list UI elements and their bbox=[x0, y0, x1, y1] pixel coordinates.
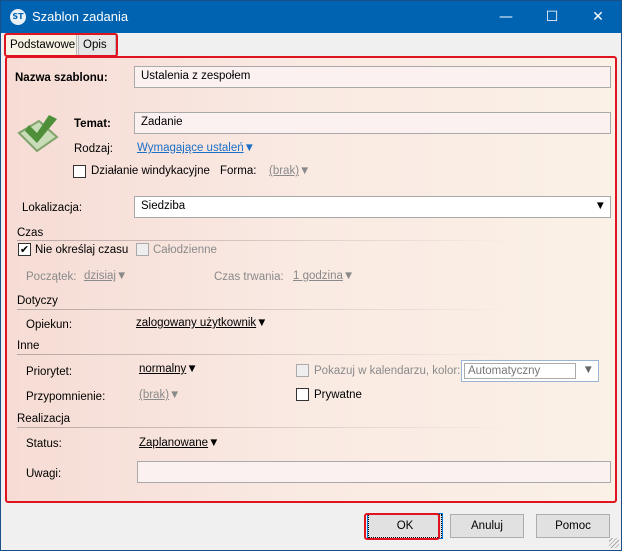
kolor-value: Automatyczny bbox=[464, 363, 576, 379]
priorytet-label: Priorytet: bbox=[26, 366, 73, 378]
realizacja-header: Realizacja bbox=[17, 413, 71, 425]
poczatek-dropdown[interactable]: dzisiaj▼ bbox=[84, 270, 127, 282]
lokalizacja-label: Lokalizacja: bbox=[22, 202, 83, 214]
windykacyjne-checkbox[interactable] bbox=[73, 165, 86, 178]
forma-value: (brak) bbox=[269, 165, 300, 177]
uwagi-input[interactable] bbox=[137, 461, 611, 483]
nie-okreslaj-checkbox[interactable]: ✔ bbox=[18, 243, 31, 256]
tabs-highlight bbox=[4, 33, 118, 57]
app-logo-icon: ST bbox=[10, 9, 26, 25]
nazwa-input[interactable]: Ustalenia z zespołem bbox=[134, 66, 611, 88]
prywatne-label: Prywatne bbox=[314, 389, 362, 401]
task-check-icon bbox=[17, 115, 59, 153]
prywatne-checkbox[interactable] bbox=[296, 388, 309, 401]
rodzaj-label: Rodzaj: bbox=[74, 143, 113, 155]
przypomnienie-label: Przypomnienie: bbox=[26, 391, 106, 403]
przypomnienie-dropdown[interactable]: (brak)▼ bbox=[139, 389, 180, 401]
realizacja-divider bbox=[17, 427, 517, 428]
priorytet-value: normalny bbox=[139, 363, 187, 375]
close-button[interactable]: ✕ bbox=[575, 1, 621, 33]
poczatek-value: dzisiaj bbox=[84, 270, 116, 282]
cancel-button[interactable]: Anuluj bbox=[450, 514, 524, 538]
chevron-down-icon: ▼ bbox=[243, 142, 256, 154]
priorytet-dropdown[interactable]: normalny▼ bbox=[139, 363, 198, 375]
przypomnienie-value: (brak) bbox=[139, 389, 170, 401]
maximize-button[interactable]: ☐ bbox=[529, 1, 575, 33]
windykacyjne-label: Działanie windykacyjne bbox=[91, 165, 210, 177]
czas-header: Czas bbox=[17, 227, 44, 239]
temat-label: Temat: bbox=[74, 118, 111, 130]
status-label: Status: bbox=[26, 438, 62, 450]
czas-divider bbox=[17, 240, 517, 241]
opiekun-value: zalogowany użytkownik bbox=[136, 317, 257, 329]
temat-input[interactable]: Zadanie bbox=[134, 112, 611, 134]
pokazuj-checkbox[interactable] bbox=[296, 364, 309, 377]
lokalizacja-value: Siedziba bbox=[141, 200, 186, 212]
inne-header: Inne bbox=[17, 340, 40, 352]
chevron-down-icon: ▼ bbox=[208, 437, 220, 449]
rodzaj-dropdown[interactable]: Wymagające ustaleń▼ bbox=[137, 142, 255, 154]
minimize-button[interactable]: — bbox=[483, 1, 529, 33]
uwagi-label: Uwagi: bbox=[26, 468, 62, 480]
poczatek-label: Początek: bbox=[26, 271, 77, 283]
lokalizacja-select[interactable]: Siedziba ▼ bbox=[134, 196, 611, 218]
maximize-icon: ☐ bbox=[545, 9, 559, 25]
status-dropdown[interactable]: Zaplanowane▼ bbox=[139, 437, 219, 449]
dotyczy-header: Dotyczy bbox=[17, 295, 58, 307]
trwanie-dropdown[interactable]: 1 godzina▼ bbox=[293, 270, 354, 282]
title-bar: ST Szablon zadania — ☐ ✕ bbox=[1, 1, 621, 33]
minimize-icon: — bbox=[499, 9, 513, 25]
chevron-down-icon: ▼ bbox=[594, 200, 606, 212]
chevron-down-icon: ▼ bbox=[342, 270, 355, 282]
chevron-down-icon: ▼ bbox=[582, 364, 594, 376]
forma-label: Forma: bbox=[220, 165, 257, 177]
basic-panel: Nazwa szablonu: Ustalenia z zespołem Tem… bbox=[5, 56, 617, 503]
inne-divider bbox=[17, 354, 517, 355]
close-icon: ✕ bbox=[592, 9, 604, 25]
forma-dropdown[interactable]: (brak)▼ bbox=[269, 165, 310, 177]
chevron-down-icon: ▼ bbox=[169, 389, 181, 401]
dialog-window: ST Szablon zadania — ☐ ✕ Podstawowe Opis… bbox=[0, 0, 622, 551]
calodzienne-checkbox[interactable] bbox=[136, 243, 149, 256]
dotyczy-divider bbox=[17, 309, 517, 310]
pokazuj-label: Pokazuj w kalendarzu, kolor: bbox=[314, 365, 461, 377]
calodzienne-label: Całodzienne bbox=[153, 244, 217, 256]
kolor-select[interactable]: Automatyczny ▼ bbox=[461, 360, 599, 382]
help-button[interactable]: Pomoc bbox=[536, 514, 610, 538]
ok-highlight bbox=[364, 513, 440, 540]
resize-grip[interactable] bbox=[609, 538, 619, 548]
nie-okreslaj-label: Nie określaj czasu bbox=[35, 244, 129, 256]
chevron-down-icon: ▼ bbox=[299, 165, 311, 177]
status-value: Zaplanowane bbox=[139, 437, 209, 449]
trwanie-label: Czas trwania: bbox=[214, 271, 284, 283]
chevron-down-icon: ▼ bbox=[115, 270, 128, 282]
chevron-down-icon: ▼ bbox=[256, 317, 268, 329]
opiekun-dropdown[interactable]: zalogowany użytkownik▼ bbox=[136, 317, 268, 329]
window-title: Szablon zadania bbox=[32, 9, 129, 24]
nazwa-label: Nazwa szablonu: bbox=[15, 72, 108, 84]
chevron-down-icon: ▼ bbox=[186, 363, 198, 375]
trwanie-value: 1 godzina bbox=[293, 270, 343, 282]
opiekun-label: Opiekun: bbox=[26, 319, 73, 331]
rodzaj-value: Wymagające ustaleń bbox=[137, 142, 244, 154]
